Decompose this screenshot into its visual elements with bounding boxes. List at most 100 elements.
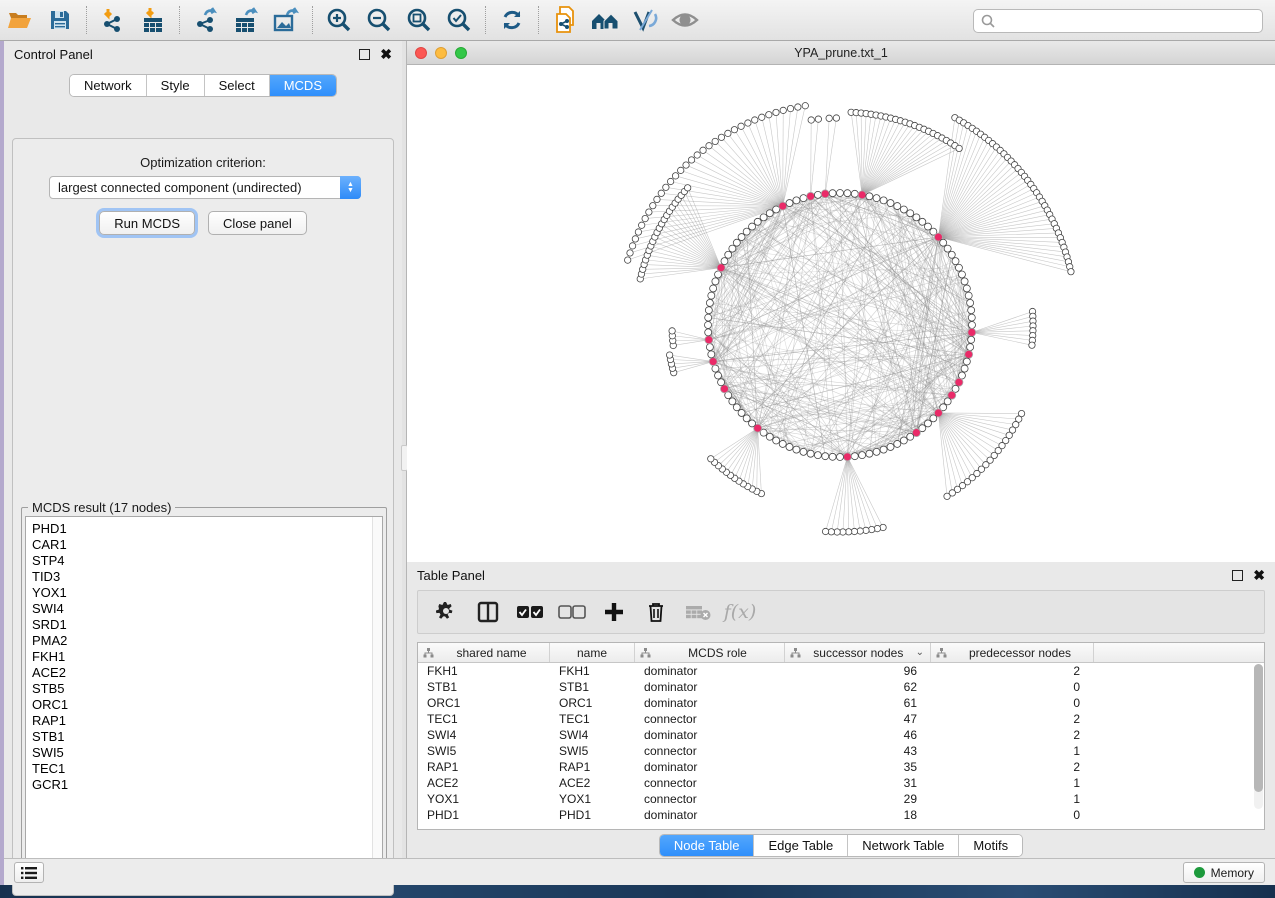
table-row[interactable]: FKH1FKH1dominator962 <box>418 663 1264 679</box>
zoom-selected-icon[interactable] <box>439 2 479 38</box>
criterion-select[interactable]: largest connected component (undirected)… <box>49 176 361 199</box>
export-table-icon[interactable] <box>226 2 266 38</box>
export-network-icon <box>193 7 219 33</box>
table-row[interactable]: STB1STB1dominator620 <box>418 679 1264 695</box>
delete-table-icon[interactable] <box>682 597 714 627</box>
zoom-in-icon <box>326 7 352 33</box>
mcds-result-item[interactable]: SWI4 <box>32 601 382 617</box>
zoom-out-icon[interactable] <box>359 2 399 38</box>
task-history-button[interactable] <box>14 862 44 883</box>
mcds-result-item[interactable]: TID3 <box>32 569 382 585</box>
table-cell: ACE2 <box>418 775 550 791</box>
table-row[interactable]: SWI4SWI4dominator462 <box>418 727 1264 743</box>
add-column-icon[interactable] <box>598 597 630 627</box>
mcds-result-list[interactable]: PHD1CAR1STP4TID3YOX1SWI4SRD1PMA2FKH1ACE2… <box>25 516 383 875</box>
mcds-result-item[interactable]: SRD1 <box>32 617 382 633</box>
show-all-nodes-icon[interactable] <box>585 2 625 38</box>
table-scrollbar-thumb[interactable] <box>1254 664 1263 792</box>
list-icon <box>20 866 38 880</box>
search-box[interactable] <box>973 9 1263 33</box>
new-network-from-selection-icon[interactable] <box>545 2 585 38</box>
table-cell: ORC1 <box>550 695 635 711</box>
table-cell: 46 <box>785 727 931 743</box>
tab-motifs[interactable]: Motifs <box>959 835 1022 856</box>
import-network-icon[interactable] <box>93 2 133 38</box>
column-header-successor-nodes[interactable]: successor nodes⌄ <box>785 643 931 662</box>
toolbar-separator <box>312 6 313 34</box>
run-mcds-button[interactable]: Run MCDS <box>99 211 195 235</box>
delete-column-icon[interactable] <box>640 597 672 627</box>
table-cell: connector <box>635 711 785 727</box>
table-row[interactable]: SWI5SWI5connector431 <box>418 743 1264 759</box>
refresh-icon[interactable] <box>492 2 532 38</box>
mcds-result-item[interactable]: STP4 <box>32 553 382 569</box>
mcds-result-item[interactable]: YOX1 <box>32 585 382 601</box>
tab-edge-table[interactable]: Edge Table <box>754 835 848 856</box>
tab-style[interactable]: Style <box>147 75 205 96</box>
memory-button[interactable]: Memory <box>1183 862 1265 883</box>
mcds-result-item[interactable]: PMA2 <box>32 633 382 649</box>
table-row[interactable]: ORC1ORC1dominator610 <box>418 695 1264 711</box>
table-row[interactable]: ACE2ACE2connector311 <box>418 775 1264 791</box>
open-file-icon[interactable] <box>0 2 40 38</box>
export-image-icon <box>272 7 300 33</box>
tab-network-table[interactable]: Network Table <box>848 835 959 856</box>
tab-network[interactable]: Network <box>70 75 147 96</box>
gear-icon[interactable] <box>430 597 462 627</box>
control-panel-title: Control Panel <box>14 47 93 62</box>
network-canvas[interactable] <box>407 65 1275 562</box>
column-header-MCDS-role[interactable]: MCDS role <box>635 643 785 662</box>
close-panel-button[interactable]: Close panel <box>208 211 307 235</box>
deselect-all-checkboxes-icon[interactable] <box>556 597 588 627</box>
select-all-checkboxes-icon[interactable] <box>514 597 546 627</box>
mcds-result-item[interactable]: RAP1 <box>32 713 382 729</box>
refresh-icon <box>499 7 525 33</box>
mcds-result-item[interactable]: CAR1 <box>32 537 382 553</box>
criterion-select-value: largest connected component (undirected) <box>50 180 340 195</box>
tab-node-table[interactable]: Node Table <box>660 835 755 856</box>
table-row[interactable]: PHD1PHD1dominator180 <box>418 807 1264 823</box>
close-panel-icon[interactable]: ✖ <box>380 49 392 60</box>
table-row[interactable]: TEC1TEC1connector472 <box>418 711 1264 727</box>
tab-mcds[interactable]: MCDS <box>270 75 336 96</box>
save-session-icon[interactable] <box>40 2 80 38</box>
column-header-filler <box>1094 643 1264 662</box>
column-header-predecessor-nodes[interactable]: predecessor nodes <box>931 643 1094 662</box>
table-scrollbar[interactable] <box>1254 664 1263 809</box>
tab-select[interactable]: Select <box>205 75 270 96</box>
mcds-result-item[interactable]: PHD1 <box>32 521 382 537</box>
column-header-name[interactable]: name <box>550 643 635 662</box>
mcds-result-title: MCDS result (17 nodes) <box>28 500 175 515</box>
node-table-header: shared namenameMCDS rolesuccessor nodes⌄… <box>418 643 1264 663</box>
table-cell: 96 <box>785 663 931 679</box>
float-panel-icon[interactable] <box>359 49 370 60</box>
mcds-result-item[interactable]: STB5 <box>32 681 382 697</box>
mcds-result-item[interactable]: GCR1 <box>32 777 382 793</box>
export-network-icon[interactable] <box>186 2 226 38</box>
mcds-result-item[interactable]: ORC1 <box>32 697 382 713</box>
sort-chevron-icon[interactable]: ⌄ <box>916 647 924 658</box>
columns-icon[interactable] <box>472 597 504 627</box>
export-image-icon[interactable] <box>266 2 306 38</box>
zoom-out-icon <box>366 7 392 33</box>
mcds-list-scrollbar[interactable] <box>372 517 382 874</box>
mcds-result-item[interactable]: SWI5 <box>32 745 382 761</box>
zoom-fit-icon[interactable] <box>399 2 439 38</box>
hide-selected-icon[interactable] <box>625 2 665 38</box>
mcds-result-item[interactable]: TEC1 <box>32 761 382 777</box>
table-row[interactable]: YOX1YOX1connector291 <box>418 791 1264 807</box>
close-panel-icon[interactable]: ✖ <box>1253 570 1265 581</box>
table-row[interactable]: RAP1RAP1dominator352 <box>418 759 1264 775</box>
function-builder-icon[interactable]: f(x) <box>724 597 756 627</box>
mcds-result-fieldset: MCDS result (17 nodes) PHD1CAR1STP4TID3Y… <box>21 507 387 879</box>
search-input[interactable] <box>996 11 1262 31</box>
mcds-result-item[interactable]: FKH1 <box>32 649 382 665</box>
mcds-result-item[interactable]: ACE2 <box>32 665 382 681</box>
show-selected-icon[interactable] <box>665 2 705 38</box>
column-header-shared-name[interactable]: shared name <box>418 643 550 662</box>
node-table[interactable]: shared namenameMCDS rolesuccessor nodes⌄… <box>417 642 1265 830</box>
zoom-in-icon[interactable] <box>319 2 359 38</box>
float-panel-icon[interactable] <box>1232 570 1243 581</box>
mcds-result-item[interactable]: STB1 <box>32 729 382 745</box>
import-table-icon[interactable] <box>133 2 173 38</box>
